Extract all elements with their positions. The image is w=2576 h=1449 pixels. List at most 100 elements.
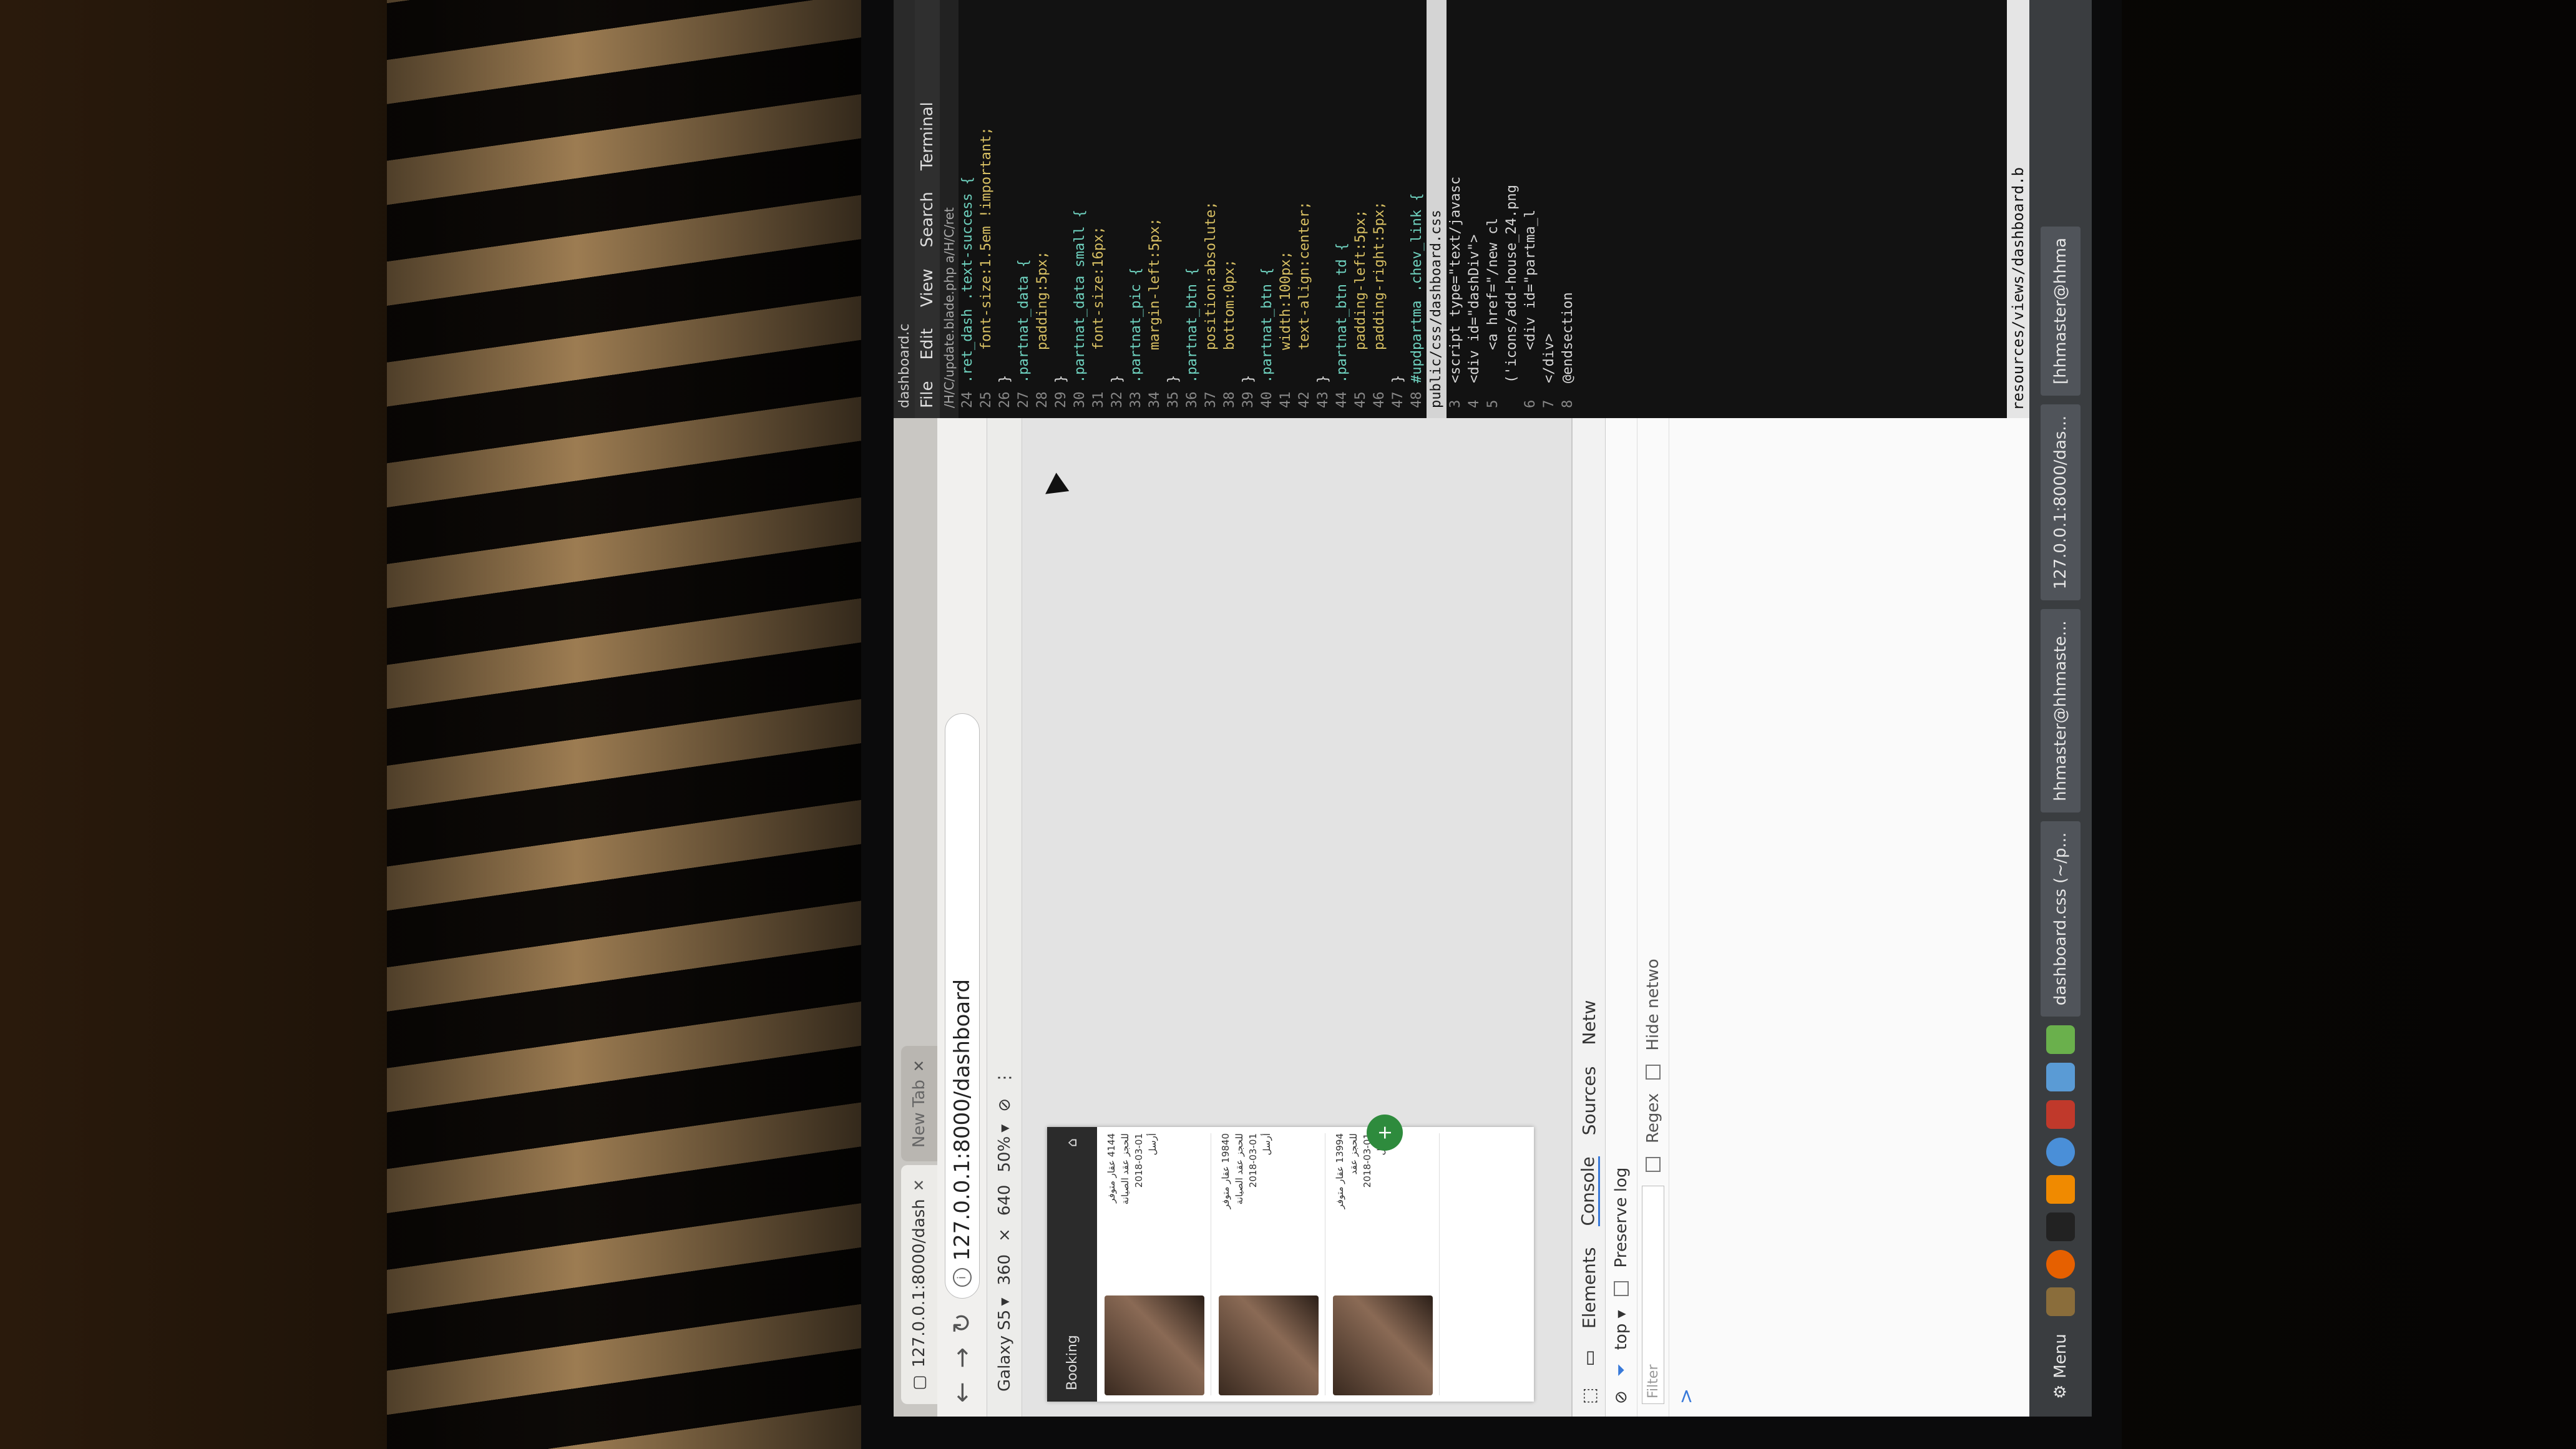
tab-network[interactable]: Netw [1579, 1000, 1599, 1045]
vlc-icon[interactable] [2046, 1175, 2075, 1204]
code-line[interactable]: 7 </div> [1540, 0, 1559, 408]
code-line[interactable]: 4 <div id="dashDiv"> [1465, 0, 1484, 408]
code-line[interactable]: 46 padding-right:5px; [1370, 0, 1389, 408]
viewport-height[interactable]: 640 [995, 1185, 1014, 1216]
tab-console[interactable]: Console [1578, 1156, 1600, 1226]
inspect-icon[interactable]: ⬚ [1579, 1388, 1599, 1404]
code-line[interactable]: 40 .partnat_btn { [1258, 0, 1277, 408]
menu-view[interactable]: View [918, 268, 937, 307]
firefox-icon[interactable] [2046, 1250, 2075, 1279]
close-icon[interactable]: ✕ [910, 1060, 928, 1072]
code-text: </div> [1541, 333, 1557, 383]
code-line[interactable]: 43} [1314, 0, 1333, 408]
code-line[interactable]: 35} [1164, 0, 1183, 408]
menu-search[interactable]: Search [918, 192, 937, 247]
task-terminal-2[interactable]: [hhmaster@hhma [2041, 226, 2081, 396]
device-toggle-icon[interactable]: ▭ [1579, 1350, 1599, 1366]
send-button[interactable]: أرسل [1374, 1133, 1388, 1289]
code-line[interactable]: 32} [1108, 0, 1127, 408]
send-button[interactable]: أرسل [1146, 1133, 1159, 1289]
regex-checkbox[interactable] [1646, 1157, 1661, 1172]
code-line[interactable]: 5 <a href="/new cl [1484, 0, 1503, 408]
code-text: <a href="/new cl [1485, 218, 1501, 383]
code-line[interactable]: 34 margin-left:5px; [1146, 0, 1164, 408]
filter-input[interactable]: Filter [1642, 1186, 1664, 1404]
code-line[interactable]: 26} [996, 0, 1015, 408]
code-line[interactable]: 8 @endsection [1559, 0, 1578, 408]
list-item[interactable]: 13994 عقار متوفر للحجز عقد 2018-03-01 أر… [1333, 1133, 1440, 1395]
css-code: 24 .ret_dash .text-success {25 font-size:… [959, 0, 1427, 418]
forward-icon[interactable]: → [948, 1347, 977, 1368]
app-icon[interactable] [2046, 1025, 2075, 1055]
line-number: 40 [1259, 391, 1275, 409]
code-line[interactable]: 38 bottom:0px; [1221, 0, 1239, 408]
task-browser[interactable]: 127.0.0.1:8000/das... [2041, 404, 2081, 601]
back-icon[interactable]: ← [948, 1382, 977, 1403]
browser-tab-new[interactable]: New Tab ✕ [901, 1046, 937, 1162]
menu-edit[interactable]: Edit [918, 328, 937, 359]
taskbar: ⚙ Menu dashboard.css (~/p... hhmaster@hh… [2029, 0, 2092, 1417]
chrome-icon[interactable] [2046, 1138, 2075, 1167]
menu-terminal[interactable]: Terminal [918, 102, 937, 170]
code-line[interactable]: 3 <script type="text/javasc [1447, 0, 1465, 408]
tab-sources[interactable]: Sources [1579, 1066, 1599, 1136]
code-line[interactable]: 42 text-align:center; [1295, 0, 1314, 408]
code-line[interactable]: 33 .partnat_pic { [1127, 0, 1146, 408]
code-line[interactable]: 39} [1239, 0, 1258, 408]
hide-network-checkbox[interactable] [1646, 1064, 1661, 1080]
preserve-log-checkbox[interactable] [1614, 1281, 1629, 1297]
code-line[interactable]: 29} [1052, 0, 1071, 408]
start-menu-button[interactable]: ⚙ Menu [2051, 1325, 2070, 1408]
code-line[interactable]: ('icons/add-house_24.png [1503, 0, 1521, 408]
code-line[interactable]: 44 .partnat_btn td { [1333, 0, 1352, 408]
line-number: 38 [1222, 391, 1237, 409]
code-line[interactable]: 28 padding:5px; [1033, 0, 1052, 408]
line-number: 39 [1241, 391, 1256, 409]
clear-console-icon[interactable]: ⊘ [1612, 1390, 1631, 1404]
device-select[interactable]: Galaxy S5 ▾ [995, 1298, 1014, 1392]
code-text: } [1053, 374, 1069, 383]
rotate-icon[interactable]: ⊘ [995, 1098, 1014, 1112]
list-item[interactable]: 4144 عقار متوفر للحجز عقد الصيانة 2018-0… [1105, 1133, 1211, 1395]
code-line[interactable]: 27 .partnat_data { [1015, 0, 1033, 408]
code-line[interactable]: 6 <div id="partma_l [1521, 0, 1540, 408]
close-icon[interactable]: ✕ [910, 1179, 928, 1191]
terminal-icon[interactable] [2046, 1212, 2075, 1242]
reload-icon[interactable]: ↻ [948, 1312, 977, 1334]
task-terminal[interactable]: hhmaster@hhmaste... [2041, 609, 2081, 812]
zoom-select[interactable]: 50% ▾ [995, 1125, 1014, 1173]
code-line[interactable]: 45 padding-left:5px; [1352, 0, 1370, 408]
code-line[interactable]: 48 #updpartma .chev_link { [1408, 0, 1427, 408]
viewport-width[interactable]: 360 [995, 1254, 1014, 1286]
app-icon[interactable] [2046, 1063, 2075, 1092]
filter-icon[interactable]: ⏷ [1612, 1364, 1631, 1377]
console-prompt[interactable]: > [1669, 418, 1704, 1417]
home-icon[interactable]: ⌂ [1065, 1138, 1080, 1147]
tab-elements[interactable]: Elements [1579, 1247, 1599, 1329]
files-icon[interactable] [2046, 1287, 2075, 1317]
code-line[interactable]: 37 position:absolute; [1202, 0, 1221, 408]
address-bar[interactable]: i 127.0.0.1:8000/dashboard [944, 713, 980, 1299]
browser-tab-dashboard[interactable]: ▢ 127.0.0.1:8000/dash ✕ [901, 1165, 937, 1404]
code-text: .partnat_btn { [1259, 267, 1275, 383]
info-icon[interactable]: i [952, 1268, 972, 1287]
list-item[interactable]: 19840 عقار متوفر للحجز عقد الصيانة 2018-… [1219, 1133, 1325, 1395]
add-house-button[interactable]: + [1367, 1115, 1403, 1151]
regex-label: Regex [1644, 1093, 1662, 1143]
line-number: 41 [1278, 391, 1294, 409]
code-line[interactable]: 36 .partnat_btn { [1183, 0, 1202, 408]
code-line[interactable]: 41 width:100px; [1277, 0, 1295, 408]
menu-file[interactable]: File [918, 381, 937, 408]
context-select[interactable]: top ▾ [1612, 1310, 1631, 1350]
line-number: 48 [1409, 391, 1425, 409]
code-line[interactable]: 24 .ret_dash .text-success { [959, 0, 977, 408]
code-line[interactable]: 47} [1389, 0, 1408, 408]
more-icon[interactable]: ⋮ [995, 1070, 1014, 1086]
code-line[interactable]: 25 font-size:1.5em !important; [977, 0, 996, 408]
send-button[interactable]: أرسل [1260, 1133, 1274, 1289]
code-line[interactable]: 30 .partnat_data small { [1071, 0, 1090, 408]
task-editor[interactable]: dashboard.css (~/p... [2041, 821, 2081, 1017]
app-icon[interactable] [2046, 1100, 2075, 1129]
editor-tab-bar[interactable]: /H/C/update.blade.php a/H/C/ret [940, 0, 959, 418]
code-line[interactable]: 31 font-size:16px; [1090, 0, 1108, 408]
